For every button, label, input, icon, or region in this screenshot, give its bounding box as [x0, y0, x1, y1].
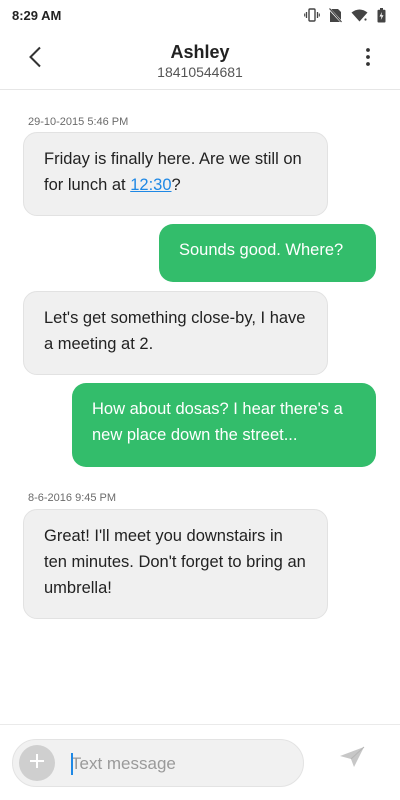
- outgoing-message[interactable]: How about dosas? I hear there's a new pl…: [72, 383, 376, 467]
- contact-name: Ashley: [170, 42, 230, 62]
- message-text: How about dosas? I hear there's a new pl…: [92, 400, 343, 444]
- status-time: 8:29 AM: [12, 7, 62, 23]
- message-composer: [0, 724, 400, 800]
- more-vert-icon: [366, 47, 370, 71]
- back-arrow-icon: [28, 46, 42, 73]
- battery-icon: [377, 7, 386, 23]
- text-cursor: [71, 753, 73, 775]
- message-timestamp: 8-6-2016 9:45 PM: [28, 492, 117, 504]
- no-sim-icon: [329, 7, 342, 23]
- outgoing-message[interactable]: Sounds good. Where?: [159, 224, 376, 282]
- message-text: Sounds good. Where?: [179, 241, 344, 259]
- add-attachment-button[interactable]: [19, 745, 55, 781]
- incoming-message[interactable]: Friday is finally here. Are we still on …: [23, 132, 328, 216]
- message-text: Great! I'll meet you downstairs in ten m…: [44, 527, 306, 597]
- plus-icon: [29, 753, 45, 774]
- contact-info[interactable]: Ashley 18410544681: [100, 42, 300, 81]
- status-bar: 8:29 AM: [0, 0, 400, 30]
- message-text-end: ?: [171, 176, 181, 194]
- status-icons: [304, 7, 386, 23]
- back-button[interactable]: [20, 44, 50, 74]
- compose-field-container[interactable]: [12, 739, 304, 787]
- wifi-icon: [351, 9, 368, 22]
- conversation-header: Ashley 18410544681: [0, 30, 400, 90]
- more-options-button[interactable]: [358, 44, 378, 74]
- message-text: Let's get something close-by, I have a m…: [44, 309, 306, 353]
- incoming-message[interactable]: Let's get something close-by, I have a m…: [23, 291, 328, 375]
- incoming-message[interactable]: Great! I'll meet you downstairs in ten m…: [23, 509, 328, 619]
- contact-number: 18410544681: [157, 64, 243, 80]
- send-icon: [339, 746, 365, 773]
- vibrate-icon: [304, 8, 320, 22]
- message-input[interactable]: [71, 750, 291, 778]
- message-time-link[interactable]: 12:30: [130, 176, 171, 194]
- message-timestamp: 29-10-2015 5:46 PM: [28, 116, 129, 128]
- send-button[interactable]: [336, 743, 368, 775]
